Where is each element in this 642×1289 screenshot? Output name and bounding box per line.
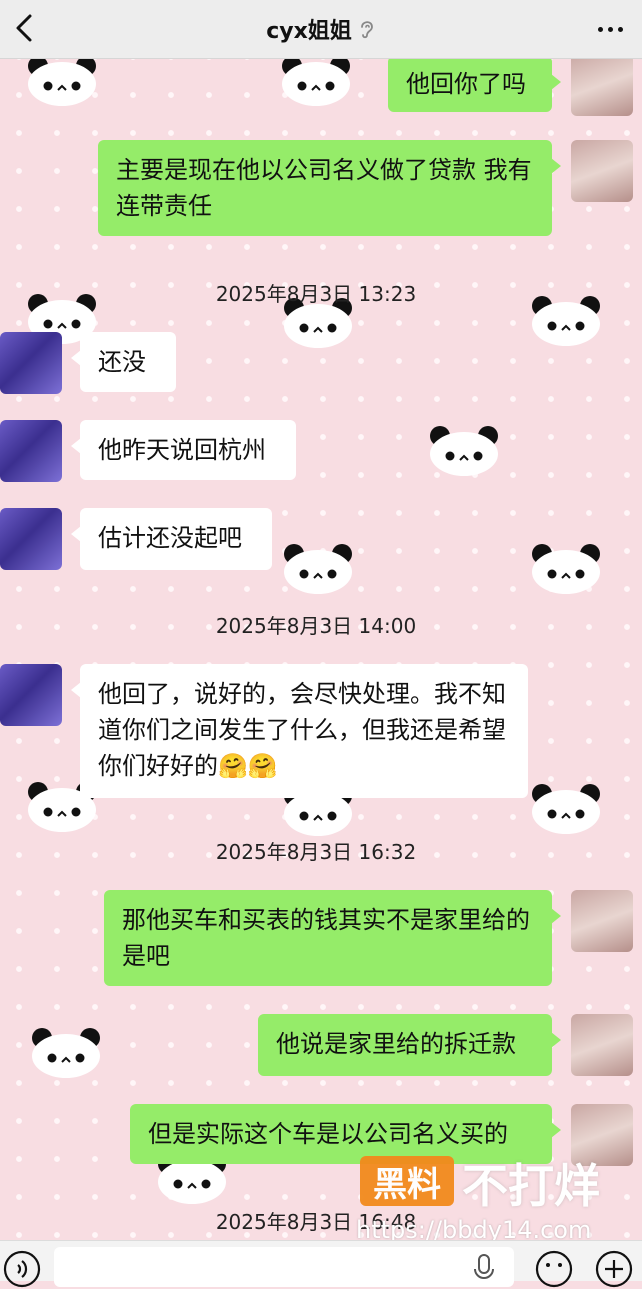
ear-icon [360,21,373,39]
voice-icon[interactable] [2,1249,42,1289]
timestamp: 2025年8月3日 14:00 [215,614,417,638]
contact-avatar[interactable] [0,664,62,726]
my-avatar[interactable] [571,1014,633,1076]
message-bubble-other[interactable]: 还没 [71,332,176,392]
message-bubble-mine[interactable]: 他说是家里给的拆迁款 [258,1014,561,1076]
message-text: 估计还没起吧 [98,524,242,552]
watermark-logo: 黑料 [360,1156,454,1206]
message-text: 他说是家里给的拆迁款 [276,1030,516,1058]
panda-sticker-decoration [283,543,353,595]
message-input[interactable] [54,1247,514,1287]
message-text: 他昨天说回杭州 [98,436,266,464]
panda-sticker-decoration [31,1027,101,1079]
panda-sticker-decoration [27,55,97,107]
timestamp: 2025年8月3日 13:23 [215,282,417,306]
panda-sticker-decoration [531,543,601,595]
contact-avatar[interactable] [0,508,62,570]
message-bubble-mine[interactable]: 那他买车和买表的钱其实不是家里给的是吧 [104,890,561,986]
message-bubble-mine[interactable]: 主要是现在他以公司名义做了贷款 我有连带责任 [98,140,561,236]
timestamp: 2025年8月3日 16:32 [215,840,417,864]
watermark-text: 不打烊 [462,1159,600,1213]
message-bubble-mine[interactable]: 他回你了吗 [388,56,561,112]
message-text: 主要是现在他以公司名义做了贷款 我有连带责任 [116,156,532,220]
chat-header: cyx姐姐 [0,0,642,59]
chat-title-area: cyx姐姐 [0,0,642,58]
plus-icon[interactable] [594,1249,634,1289]
input-bar [0,1240,642,1288]
message-text: 但是实际这个车是以公司名义买的 [148,1120,508,1148]
my-avatar[interactable] [571,140,633,202]
message-bubble-other[interactable]: 他回了，说好的，会尽快处理。我不知道你们之间发生了什么，但我还是希望你们好好的🤗… [71,664,528,798]
panda-sticker-decoration [281,55,351,107]
hug-emoji: 🤗 [247,752,278,780]
message-text: 还没 [98,348,146,376]
message-bubble-other[interactable]: 估计还没起吧 [71,508,272,570]
my-avatar[interactable] [571,890,633,952]
panda-sticker-decoration [429,425,499,477]
panda-sticker-decoration [531,783,601,835]
chat-title: cyx姐姐 [266,19,352,44]
message-bubble-other[interactable]: 他昨天说回杭州 [71,420,296,480]
message-text: 他回了，说好的，会尽快处理。我不知道你们之间发生了什么，但我还是希望你们好好的 [98,680,506,780]
emoji-icon[interactable] [534,1249,574,1289]
message-text: 那他买车和买表的钱其实不是家里给的是吧 [122,906,530,970]
message-text: 他回你了吗 [406,70,526,98]
hug-emoji: 🤗 [218,752,248,780]
more-button[interactable] [590,12,630,46]
my-avatar[interactable] [571,54,633,116]
more-icon [597,26,603,32]
microphone-icon[interactable] [468,1249,500,1289]
contact-avatar[interactable] [0,420,62,482]
contact-avatar[interactable] [0,332,62,394]
